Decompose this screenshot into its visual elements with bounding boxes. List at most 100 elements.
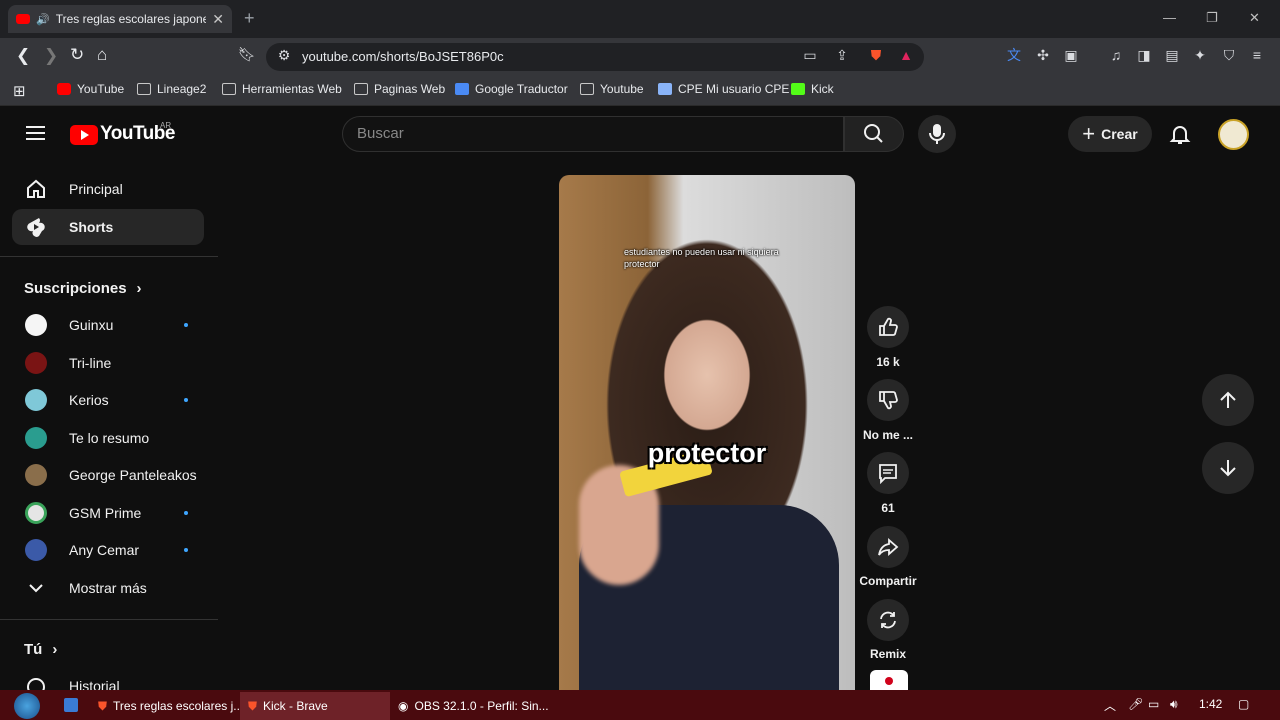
menu-icon[interactable]: ≡ [1249,47,1265,63]
comment-icon [879,464,897,484]
bookmark-lineage2[interactable]: Lineage2 [137,82,206,96]
channel-avatar [25,389,47,411]
show-more-button[interactable]: Mostrar más [12,570,204,606]
bookmark-kick[interactable]: Kick [791,82,834,96]
sidebar-item-channel[interactable]: Te lo resumo [12,420,204,456]
channel-avatar [25,427,47,449]
video-caption-main: protector [647,438,767,468]
leo-ai-icon[interactable]: ✦ [1192,47,1208,63]
network-icon[interactable]: ▭ [1148,697,1159,711]
new-tab-button[interactable]: + [244,8,255,29]
minimize-window-icon[interactable]: — [1163,10,1176,25]
brave-shields-icon[interactable]: ⛊ [868,47,884,63]
channel-avatar [25,352,47,374]
channel-name: Kerios [69,392,109,408]
sidebar-item-channel[interactable]: George Panteleakos [12,457,204,493]
channel-name: George Panteleakos [69,467,197,483]
search-button[interactable] [844,116,904,152]
new-content-dot [184,511,188,515]
home-icon[interactable]: ⌂ [97,45,107,65]
brave-rewards-icon[interactable]: ▲ [898,47,914,63]
guide-menu-icon[interactable] [26,124,46,142]
sidebar-item-principal[interactable]: Principal [12,171,204,207]
like-count: 16 k [876,355,900,369]
create-label: Crear [1101,126,1138,142]
sidebar-item-channel[interactable]: Any Cemar [12,532,204,568]
browser-tab[interactable]: 🔊 Tres reglas escolares japonesas ✕ [8,5,232,33]
previous-short-button[interactable] [1202,374,1254,426]
notifications-bell-icon[interactable] [1169,123,1191,145]
sidebar-item-channel[interactable]: Tri-line [12,345,204,381]
dislike-button[interactable] [867,379,909,421]
sidebar-item-shorts[interactable]: Shorts [12,209,204,245]
sidebar-divider [0,256,218,257]
translate-icon [455,83,469,95]
youtube-icon [57,83,71,95]
create-button[interactable]: + Crear [1068,116,1152,152]
vpn-icon[interactable]: ⛉ [1221,47,1237,63]
site-settings-icon[interactable]: ⚙ [276,47,292,63]
share-label: Compartir [859,574,917,588]
video-caption-top: estudiantes no pueden usar ni siquiera p… [624,247,779,269]
action-center-icon[interactable]: ▢ [1238,697,1249,711]
share-page-icon[interactable]: ⇪ [834,47,850,63]
microphone-tray-icon[interactable]: 🎤︎ [1128,697,1143,711]
sidebar-item-label: Principal [69,181,123,197]
extensions-icon[interactable]: ✣ [1035,47,1051,63]
account-avatar[interactable] [1218,119,1249,150]
reload-icon[interactable]: ↻ [70,45,84,65]
you-heading[interactable]: Tú › [24,641,57,658]
bookmark-youtube-folder[interactable]: Youtube [580,82,644,96]
bookmark-youtube[interactable]: YouTube [57,82,124,96]
channel-thumbnail-logo [885,677,893,685]
channel-thumbnail[interactable] [870,670,908,690]
audio-playing-icon[interactable]: 🔊 [36,13,50,26]
forward-icon[interactable]: ❯ [44,46,58,66]
search-input[interactable]: Buscar [342,116,844,152]
taskbar-item-kick[interactable]: ⛊ Kick - Brave [240,692,390,720]
comments-button[interactable] [867,452,909,494]
sidebar-item-history[interactable]: Historial [12,668,204,690]
apps-grid-icon[interactable]: ⊞ [13,82,26,100]
taskbar-item-obs[interactable]: ◉ OBS 32.1.0 - Perfil: Sin... [390,692,549,720]
volume-icon[interactable]: 🔊︎ [1170,697,1178,712]
like-button[interactable] [867,306,909,348]
voice-search-button[interactable] [918,115,956,153]
share-button[interactable] [867,526,909,568]
tray-overflow-icon[interactable]: ︿ [1104,697,1116,714]
sidebar-item-channel[interactable]: Kerios [12,382,204,418]
taskbar-item-youtube[interactable]: ⛊ Tres reglas escolares j... [90,692,243,720]
cpe-icon [658,83,672,95]
media-icon[interactable]: ♫ [1108,47,1124,63]
sidebar-item-channel[interactable]: GSM Prime [12,495,204,531]
subscriptions-heading[interactable]: Suscripciones › [24,280,142,297]
youtube-logo-icon[interactable] [70,125,98,145]
bookmark-icon[interactable]: 🔖︎ [238,46,256,63]
bookmark-cpe[interactable]: CPE Mi usuario CPE [658,82,789,96]
cast-icon[interactable]: ▭ [802,47,818,63]
close-window-icon[interactable]: ✕ [1249,10,1260,26]
back-icon[interactable]: ❮ [16,46,30,66]
wallet-icon[interactable]: ▤ [1164,47,1180,63]
new-content-dot [184,398,188,402]
reading-mode-icon[interactable]: ▣ [1063,47,1079,63]
remix-button[interactable] [867,599,909,641]
close-tab-icon[interactable]: ✕ [212,11,224,28]
folder-icon [354,83,368,95]
restore-window-icon[interactable]: ❐ [1206,10,1218,26]
next-short-button[interactable] [1202,442,1254,494]
history-icon [27,678,45,690]
channel-name: Any Cemar [69,542,140,558]
start-button[interactable] [14,693,40,719]
new-content-dot [184,548,188,552]
bookmark-paginas-web[interactable]: Paginas Web [354,82,445,96]
translate-icon[interactable]: 文 [1006,47,1022,63]
show-desktop-icon[interactable] [64,698,78,712]
sidebar-toggle-icon[interactable]: ◨ [1136,47,1152,63]
clock-time[interactable]: 1:42 [1199,697,1222,711]
sidebar-item-channel[interactable]: Guinxu [12,307,204,343]
bookmark-google-traductor[interactable]: Google Traductor [455,82,568,96]
channel-name: Tri-line [69,355,112,371]
bookmark-herramientas-web[interactable]: Herramientas Web [222,82,342,96]
channel-avatar [25,539,47,561]
